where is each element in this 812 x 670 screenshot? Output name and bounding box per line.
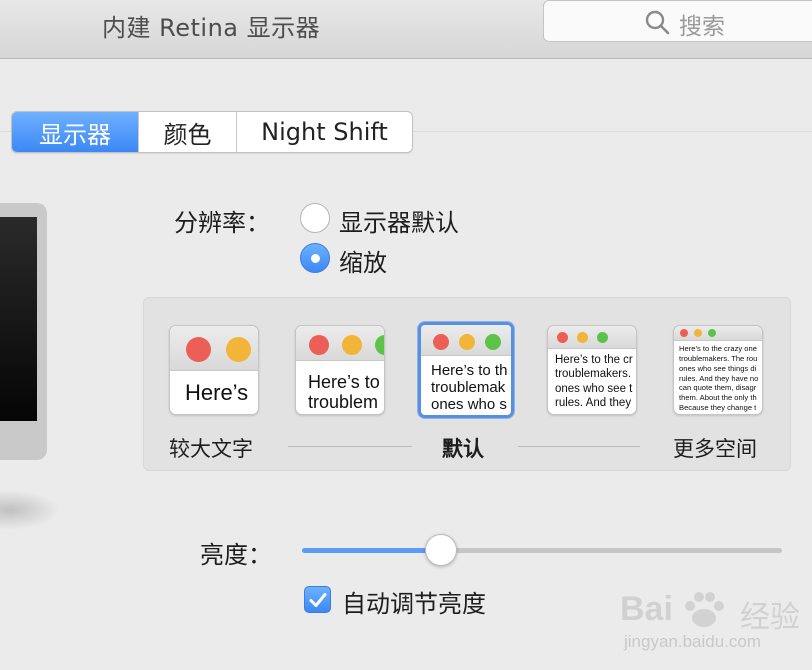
radio-default-label[interactable]: 显示器默认 <box>339 203 459 238</box>
brightness-label: 亮度： <box>200 541 272 569</box>
tab-color[interactable]: 颜色 <box>139 112 237 152</box>
scale-option-larger-text[interactable]: Here’s <box>169 325 259 415</box>
baidu-watermark: Bai 经验 jingyan.baidu.com <box>620 590 810 662</box>
scale-option-sample-text: Here’s to th troublem <box>308 372 380 413</box>
watermark-brand-cn: 经验 <box>740 600 800 635</box>
checkmark-icon <box>309 593 327 607</box>
resolution-label: 分辨率： <box>174 209 270 237</box>
search-field[interactable]: 搜索 <box>543 0 812 42</box>
scale-option-4[interactable]: Here’s to the cr troublemakers. ones who… <box>547 325 637 415</box>
scale-option-sample-text: Here’s to the crazy one troublemakers. T… <box>679 344 759 413</box>
caption-line-right <box>518 446 640 447</box>
search-placeholder: 搜索 <box>679 14 725 40</box>
scale-option-default[interactable]: Here’s to th troublemak ones who s <box>418 322 514 418</box>
scale-option-sample-text: Here’s to th troublemak ones who s <box>431 362 508 413</box>
brightness-slider-knob[interactable] <box>425 534 458 566</box>
auto-brightness-checkbox[interactable] <box>304 586 331 613</box>
tab-night-shift[interactable]: Night Shift <box>237 112 412 152</box>
scale-option-sample-text: Here’s <box>185 380 249 405</box>
caption-default: 默认 <box>442 437 484 461</box>
paw-icon <box>685 592 724 627</box>
watermark-url: jingyan.baidu.com <box>624 632 762 651</box>
monitor-screen <box>0 217 37 421</box>
caption-more-space: 更多空间 <box>673 437 757 461</box>
title-bar: 内建 Retina 显示器 搜索 <box>0 0 812 59</box>
radio-scaled[interactable] <box>300 243 330 273</box>
radio-default-for-display[interactable] <box>300 203 330 233</box>
tab-display[interactable]: 显示器 <box>12 112 139 152</box>
radio-scaled-label[interactable]: 缩放 <box>339 243 387 278</box>
brightness-slider-fill <box>302 548 442 553</box>
scale-option-2[interactable]: Here’s to th troublem <box>295 325 385 415</box>
monitor-shadow <box>0 490 60 530</box>
watermark-brand: Bai <box>620 590 673 628</box>
brightness-slider[interactable] <box>302 534 782 566</box>
window-title: 内建 Retina 显示器 <box>102 14 321 42</box>
auto-brightness-label[interactable]: 自动调节亮度 <box>342 584 486 619</box>
scale-option-sample-text: Here’s to the cr troublemakers. ones who… <box>555 354 633 410</box>
caption-line-left <box>288 446 412 447</box>
caption-larger-text: 较大文字 <box>169 437 253 461</box>
monitor-preview <box>0 203 47 460</box>
search-icon <box>645 10 670 35</box>
scale-option-more-space[interactable]: Here’s to the crazy one troublemakers. T… <box>673 325 763 415</box>
tab-bar: 显示器 颜色 Night Shift <box>11 111 413 153</box>
